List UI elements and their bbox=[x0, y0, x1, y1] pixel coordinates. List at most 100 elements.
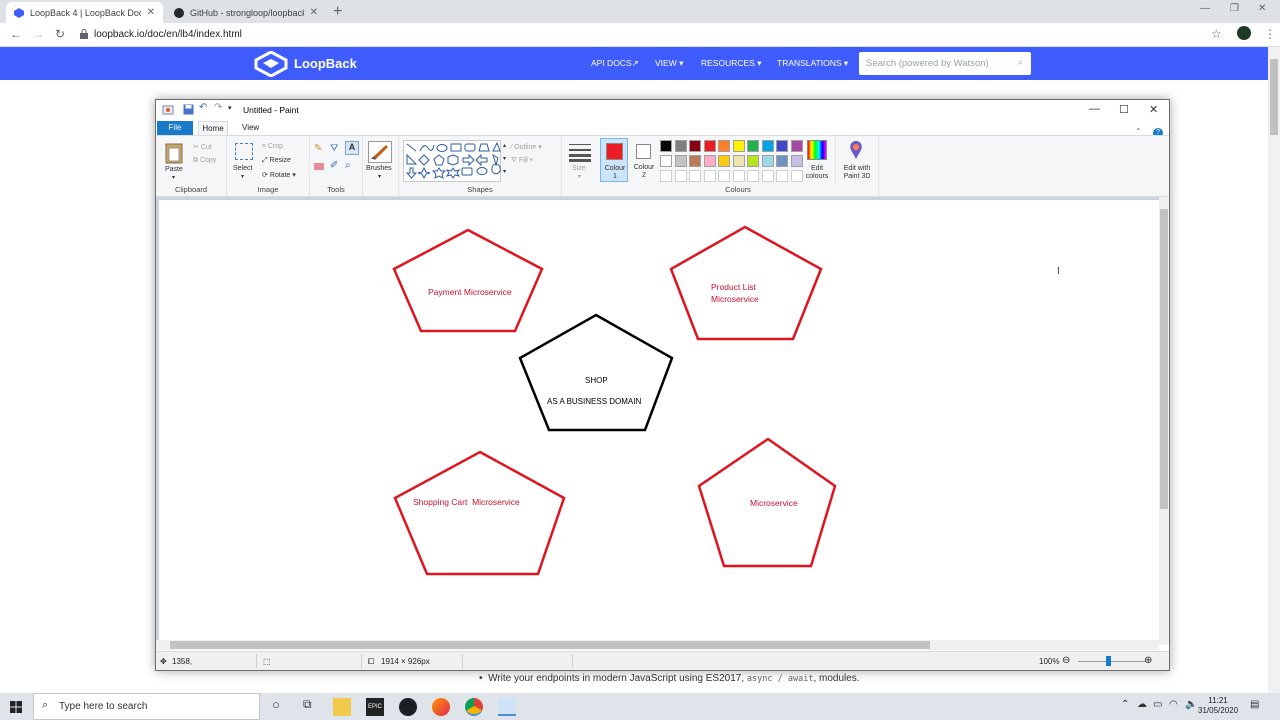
size-icon[interactable] bbox=[569, 142, 591, 162]
network-icon[interactable]: ◠ bbox=[1169, 699, 1178, 710]
shapes-scroll-down-icon[interactable]: ▾ bbox=[503, 155, 506, 162]
palette-swatch[interactable] bbox=[761, 140, 774, 152]
select-icon[interactable] bbox=[235, 143, 253, 160]
brushes-dropdown-icon[interactable]: ▾ bbox=[378, 173, 381, 180]
tab-view[interactable]: View bbox=[242, 121, 259, 135]
show-hidden-icons-icon[interactable]: ⌃ bbox=[1121, 699, 1129, 710]
palette-swatch[interactable] bbox=[790, 140, 803, 152]
palette-swatch[interactable] bbox=[674, 170, 687, 182]
size-button[interactable]: Size bbox=[572, 165, 586, 172]
copy-button[interactable]: ⧉ Copy bbox=[193, 157, 216, 165]
select-button[interactable]: Select bbox=[233, 165, 252, 172]
shapes-scroll-up-icon[interactable]: ▴ bbox=[503, 142, 506, 149]
select-dropdown-icon[interactable]: ▾ bbox=[241, 173, 244, 180]
canvas-vertical-scrollbar[interactable] bbox=[1159, 197, 1169, 645]
redo-icon[interactable]: ↷ bbox=[214, 102, 222, 113]
menu-view[interactable]: VIEW ▾ bbox=[655, 58, 683, 69]
volume-icon[interactable]: 🔈 bbox=[1185, 699, 1197, 710]
palette-swatch[interactable] bbox=[732, 170, 745, 182]
menu-translations[interactable]: TRANSLATIONS ▾ bbox=[777, 58, 848, 69]
pencil-icon[interactable]: ✎ bbox=[314, 143, 322, 154]
back-icon[interactable]: ← bbox=[10, 27, 22, 41]
task-view-icon[interactable]: ⧉ bbox=[303, 697, 312, 712]
palette-swatch[interactable] bbox=[761, 170, 774, 182]
outline-button[interactable]: ⁄ Outline ▾ bbox=[511, 143, 542, 151]
chrome-icon[interactable] bbox=[465, 698, 483, 716]
shapes-gallery[interactable] bbox=[403, 140, 501, 182]
tab-loopback[interactable]: LoopBack 4 | LoopBack Documer ✕ bbox=[6, 2, 163, 23]
brushes-icon[interactable] bbox=[368, 141, 392, 163]
tab-home[interactable]: Home bbox=[198, 121, 228, 136]
palette-swatch[interactable] bbox=[732, 155, 745, 167]
forward-icon[interactable]: → bbox=[32, 27, 44, 41]
palette-swatch[interactable] bbox=[776, 140, 788, 152]
palette-swatch[interactable] bbox=[790, 170, 803, 182]
zoom-out-icon[interactable]: ⊖ bbox=[1062, 655, 1070, 666]
palette-swatch[interactable] bbox=[689, 170, 701, 182]
chrome-menu-icon[interactable]: ⋮ bbox=[1264, 27, 1276, 41]
tab-file[interactable]: File bbox=[157, 121, 193, 135]
taskbar-clock[interactable]: 11:21 31/05/2020 bbox=[1198, 696, 1238, 716]
size-dropdown-icon[interactable]: ▾ bbox=[578, 173, 581, 180]
paint-minimize-icon[interactable]: — bbox=[1089, 103, 1100, 115]
colour2-button[interactable]: Colour 2 bbox=[630, 138, 658, 182]
crop-button[interactable]: ⌗ Crop bbox=[262, 143, 283, 151]
close-tab-icon[interactable]: ✕ bbox=[147, 7, 155, 18]
paint-app-icon[interactable] bbox=[162, 104, 174, 116]
palette-swatch[interactable] bbox=[674, 155, 687, 167]
magnifier-icon[interactable]: ⌕ bbox=[345, 160, 351, 171]
menu-resources[interactable]: RESOURCES ▾ bbox=[701, 58, 761, 69]
rotate-button[interactable]: ⟳ Rotate ▾ bbox=[262, 171, 296, 179]
notifications-icon[interactable]: ▤ bbox=[1250, 699, 1259, 710]
shapes-more-icon[interactable]: ▾ bbox=[503, 168, 506, 175]
battery-icon[interactable]: ▭ bbox=[1153, 699, 1162, 710]
reload-icon[interactable]: ↻ bbox=[55, 27, 65, 41]
brand-name[interactable]: LoopBack bbox=[294, 56, 357, 71]
palette-swatch[interactable] bbox=[703, 170, 716, 182]
epic-games-icon[interactable]: EPIC bbox=[366, 698, 384, 716]
paste-dropdown-icon[interactable]: ▾ bbox=[172, 174, 175, 181]
loopback-logo-icon[interactable] bbox=[254, 51, 288, 77]
zoom-slider-thumb[interactable] bbox=[1106, 656, 1111, 666]
palette-swatch[interactable] bbox=[776, 155, 788, 167]
edit-colours-button[interactable]: Edit colours bbox=[803, 165, 831, 181]
paint-close-icon[interactable]: ✕ bbox=[1149, 103, 1158, 116]
fill-button[interactable]: ⛛ Fill ▾ bbox=[511, 157, 533, 165]
palette-swatch[interactable] bbox=[718, 170, 730, 182]
tab-github[interactable]: GitHub - strongloop/loopback-ne ✕ bbox=[166, 2, 326, 23]
paint-maximize-icon[interactable]: ☐ bbox=[1119, 103, 1129, 116]
palette-swatch[interactable] bbox=[660, 155, 672, 167]
avatar[interactable] bbox=[1237, 26, 1251, 40]
onedrive-icon[interactable]: ☁ bbox=[1137, 699, 1147, 710]
windows-start-icon[interactable] bbox=[10, 701, 22, 713]
file-explorer-icon[interactable] bbox=[333, 698, 351, 716]
palette-swatch[interactable] bbox=[718, 155, 730, 167]
edit-with-paint3d-button[interactable]: Edit with Paint 3D bbox=[838, 165, 876, 181]
palette-swatch[interactable] bbox=[674, 140, 687, 152]
palette-swatch[interactable] bbox=[747, 155, 759, 167]
palette-swatch[interactable] bbox=[703, 140, 716, 152]
eraser-icon[interactable] bbox=[314, 163, 324, 170]
url-input[interactable]: loopback.io/doc/en/lb4/index.html bbox=[94, 29, 242, 40]
palette-swatch[interactable] bbox=[747, 140, 759, 152]
palette-swatch[interactable] bbox=[747, 170, 759, 182]
firefox-icon[interactable] bbox=[432, 698, 450, 716]
fill-bucket-icon[interactable]: ⛛ bbox=[330, 143, 338, 154]
palette-swatch[interactable] bbox=[660, 140, 672, 152]
colour-picker-icon[interactable]: ✐ bbox=[330, 160, 338, 171]
edit-colours-icon[interactable] bbox=[807, 140, 827, 160]
restore-icon[interactable]: ❐ bbox=[1230, 3, 1239, 14]
paint3d-icon[interactable] bbox=[848, 140, 864, 160]
cut-button[interactable]: ✂ Cut bbox=[193, 143, 212, 151]
zoom-slider[interactable] bbox=[1078, 661, 1146, 662]
customize-qat-icon[interactable]: ▾ bbox=[228, 104, 232, 112]
zoom-in-icon[interactable]: ⊕ bbox=[1144, 655, 1152, 666]
bookmark-star-icon[interactable]: ☆ bbox=[1211, 27, 1222, 41]
palette-swatch[interactable] bbox=[689, 155, 701, 167]
palette-swatch[interactable] bbox=[732, 140, 745, 152]
page-scrollbar[interactable] bbox=[1268, 47, 1280, 693]
palette-swatch[interactable] bbox=[703, 155, 716, 167]
paste-icon[interactable] bbox=[165, 142, 183, 164]
menu-api-docs[interactable]: API DOCS↗ bbox=[591, 58, 639, 69]
paint-taskbar-icon[interactable] bbox=[498, 698, 516, 716]
